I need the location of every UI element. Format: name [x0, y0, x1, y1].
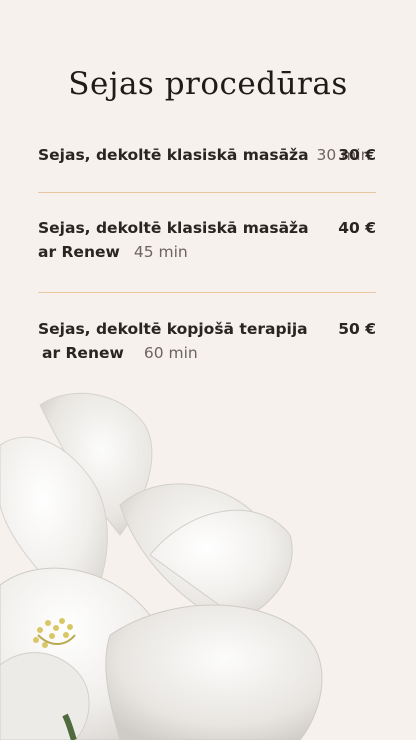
divider [38, 292, 376, 293]
service-name-continued: ar Renew [38, 243, 120, 261]
service-item-2: Sejas, dekoltē klasiskā masāža ar Renew 4… [38, 219, 376, 261]
white-flower-illustration [0, 392, 323, 740]
service-price: 30 € [338, 146, 376, 164]
service-name-continued: ar Renew [42, 344, 124, 362]
service-name: Sejas, dekoltē kopjošā terapija [38, 320, 308, 338]
service-item-3: Sejas, dekoltē kopjošā terapija ar Renew… [38, 320, 376, 362]
divider [38, 192, 376, 193]
service-price: 50 € [338, 320, 376, 338]
service-price: 40 € [338, 219, 376, 237]
service-name: Sejas, dekoltē klasiskā masāža [38, 219, 309, 237]
service-item-1: Sejas, dekoltē klasiskā masāža 30 min 30 … [38, 146, 376, 164]
service-duration: 60 min [143, 344, 198, 362]
service-name: Sejas, dekoltē klasiskā masāža [38, 146, 309, 164]
page-title: Sejas procedūras [68, 66, 348, 102]
service-duration: 45 min [133, 243, 188, 261]
